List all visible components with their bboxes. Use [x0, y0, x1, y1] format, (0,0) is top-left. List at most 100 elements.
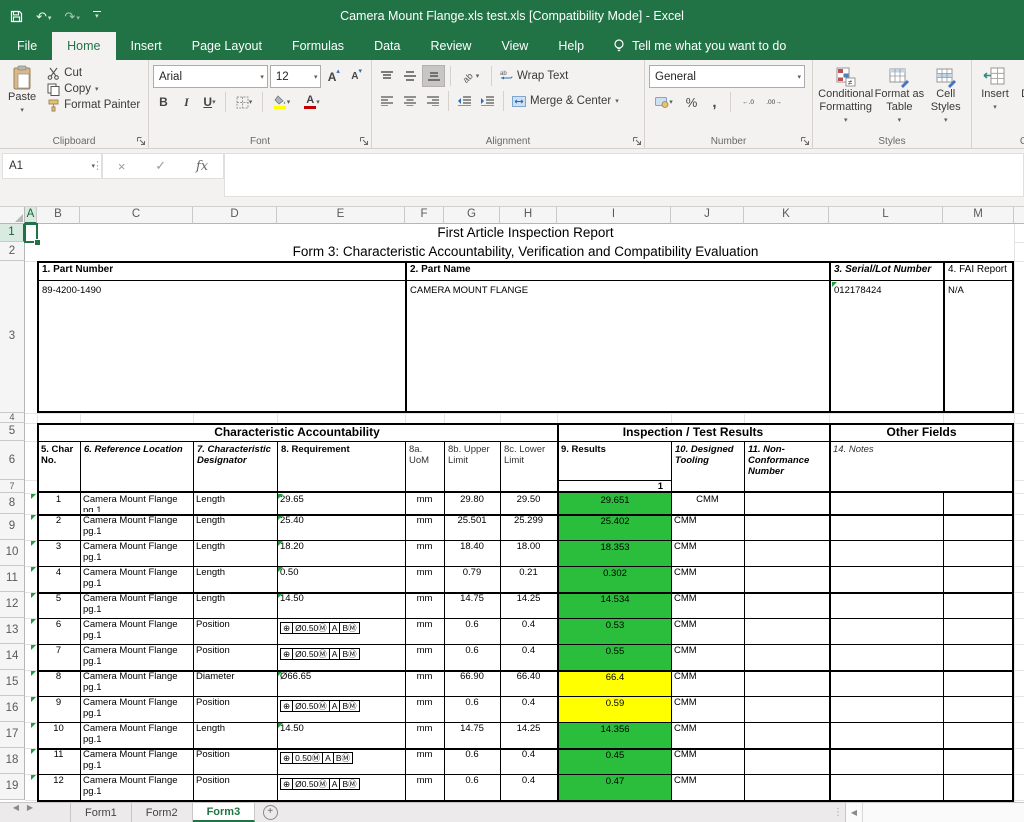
- select-all-button[interactable]: [0, 207, 25, 224]
- tooling-cell[interactable]: CMM: [674, 495, 741, 512]
- ribbon-tab-home[interactable]: Home: [52, 32, 115, 60]
- uom-cell[interactable]: mm: [408, 776, 441, 798]
- designator-cell[interactable]: Length: [196, 724, 274, 746]
- ref-location-cell[interactable]: Camera Mount Flange pg.1: [83, 776, 190, 798]
- tooling-cell[interactable]: CMM: [674, 672, 741, 694]
- designator-cell[interactable]: Position: [196, 646, 274, 668]
- insert-function-button[interactable]: fx: [196, 159, 208, 174]
- sheet-tab-form2[interactable]: Form2: [132, 803, 193, 822]
- upper-limit-cell[interactable]: 25.501: [447, 516, 497, 538]
- tooling-cell[interactable]: CMM: [674, 594, 741, 616]
- accounting-format-button[interactable]: ▾: [649, 92, 679, 112]
- scroll-left-button[interactable]: ◀: [846, 803, 863, 822]
- borders-button[interactable]: ▾: [231, 92, 257, 112]
- char-no-cell[interactable]: 7: [40, 646, 77, 668]
- insert-cells-button[interactable]: Insert ▾: [976, 64, 1014, 116]
- row-header-18[interactable]: 18: [0, 748, 25, 774]
- uom-cell[interactable]: mm: [408, 750, 441, 772]
- font-family-select[interactable]: Arial▾: [153, 65, 268, 88]
- column-header-L[interactable]: L: [829, 207, 943, 224]
- grow-font-button[interactable]: A▴: [323, 67, 344, 87]
- designator-cell[interactable]: Length: [196, 568, 274, 590]
- bold-button[interactable]: B: [153, 92, 174, 112]
- font-size-select[interactable]: 12▾: [270, 65, 322, 88]
- upper-limit-cell[interactable]: 66.90: [447, 672, 497, 694]
- uom-cell[interactable]: mm: [408, 646, 441, 668]
- ref-location-cell[interactable]: Camera Mount Flange pg.1: [83, 724, 190, 746]
- sheet-tab-form1[interactable]: Form1: [70, 803, 132, 822]
- sheet-next-button[interactable]: ▶: [22, 803, 38, 812]
- lower-limit-cell[interactable]: 18.00: [503, 542, 554, 564]
- requirement-cell[interactable]: 0.50: [280, 568, 402, 590]
- enter-button[interactable]: ✓: [155, 158, 166, 174]
- row-header-5[interactable]: 5: [0, 423, 25, 441]
- tabbar-splitter[interactable]: ⋮: [833, 803, 843, 822]
- row-header-11[interactable]: 11: [0, 566, 25, 592]
- tooling-cell[interactable]: CMM: [674, 750, 741, 772]
- result-cell[interactable]: 0.55: [559, 644, 671, 670]
- lower-limit-cell[interactable]: 0.4: [503, 698, 554, 720]
- delete-cells-button[interactable]: Delete ▾: [1018, 64, 1024, 116]
- tooling-cell[interactable]: CMM: [674, 620, 741, 642]
- uom-cell[interactable]: mm: [408, 542, 441, 564]
- tooling-cell[interactable]: CMM: [674, 698, 741, 720]
- name-box[interactable]: A1 ▾: [2, 153, 102, 179]
- result-cell[interactable]: 14.356: [559, 722, 671, 748]
- ribbon-tab-view[interactable]: View: [486, 32, 543, 60]
- format-painter-button[interactable]: Format Painter: [44, 97, 143, 113]
- uom-cell[interactable]: mm: [408, 516, 441, 538]
- uom-cell[interactable]: mm: [408, 620, 441, 642]
- row-header-17[interactable]: 17: [0, 722, 25, 748]
- row-header-1[interactable]: 1: [0, 224, 25, 242]
- ribbon-tab-review[interactable]: Review: [415, 32, 486, 60]
- increase-decimal-button[interactable]: ←.0: [736, 92, 760, 112]
- tooling-cell[interactable]: CMM: [674, 646, 741, 668]
- comma-style-button[interactable]: ,: [704, 92, 725, 112]
- row-header-14[interactable]: 14: [0, 644, 25, 670]
- result-cell[interactable]: 0.59: [559, 696, 671, 722]
- ref-location-cell[interactable]: Camera Mount Flange pg.1: [83, 698, 190, 720]
- result-cell[interactable]: 0.302: [559, 566, 671, 592]
- middle-align-button[interactable]: [399, 66, 420, 86]
- paste-button[interactable]: Paste ▾: [4, 63, 40, 119]
- tooling-cell[interactable]: CMM: [674, 568, 741, 590]
- uom-cell[interactable]: mm: [408, 594, 441, 616]
- align-center-button[interactable]: [399, 91, 420, 111]
- tooling-cell[interactable]: CMM: [674, 542, 741, 564]
- ribbon-tab-file[interactable]: File: [2, 32, 52, 60]
- column-header-C[interactable]: C: [80, 207, 193, 224]
- requirement-cell[interactable]: 25.40: [280, 516, 402, 538]
- ribbon-tab-help[interactable]: Help: [543, 32, 599, 60]
- char-no-cell[interactable]: 12: [40, 776, 77, 798]
- char-no-cell[interactable]: 9: [40, 698, 77, 720]
- char-no-cell[interactable]: 1: [40, 495, 77, 512]
- column-header-I[interactable]: I: [557, 207, 671, 224]
- ref-location-cell[interactable]: Camera Mount Flange pg.1: [83, 594, 190, 616]
- row-header-2[interactable]: 2: [0, 242, 25, 261]
- requirement-cell[interactable]: 29.65: [280, 495, 402, 512]
- align-left-button[interactable]: [376, 91, 397, 111]
- ribbon-tab-formulas[interactable]: Formulas: [277, 32, 359, 60]
- sheet-tab-form3[interactable]: Form3: [193, 803, 256, 822]
- upper-limit-cell[interactable]: 0.6: [447, 698, 497, 720]
- uom-cell[interactable]: mm: [408, 568, 441, 590]
- column-header-A[interactable]: A: [25, 207, 37, 224]
- row-header-15[interactable]: 15: [0, 670, 25, 696]
- designator-cell[interactable]: Position: [196, 776, 274, 798]
- paste-caret-icon[interactable]: ▾: [20, 104, 24, 117]
- wrap-text-button[interactable]: ab Wrap Text: [497, 69, 571, 84]
- ribbon-tab-page-layout[interactable]: Page Layout: [177, 32, 277, 60]
- requirement-cell[interactable]: ⊕Ø0.50ⓂABⓂ: [280, 700, 402, 713]
- scrollbar-track[interactable]: [863, 803, 1024, 822]
- italic-button[interactable]: I: [176, 92, 197, 112]
- fill-handle[interactable]: [34, 239, 41, 246]
- fai-report-value[interactable]: N/A: [948, 285, 1009, 299]
- row-header-9[interactable]: 9: [0, 514, 25, 540]
- underline-button[interactable]: U▾: [199, 92, 220, 112]
- upper-limit-cell[interactable]: 29.80: [447, 495, 497, 512]
- format-as-table-button[interactable]: Format as Table ▾: [874, 64, 924, 129]
- decrease-indent-button[interactable]: [454, 91, 475, 111]
- char-no-cell[interactable]: 5: [40, 594, 77, 616]
- designator-cell[interactable]: Position: [196, 750, 274, 772]
- requirement-cell[interactable]: ⊕Ø0.50ⓂABⓂ: [280, 778, 402, 791]
